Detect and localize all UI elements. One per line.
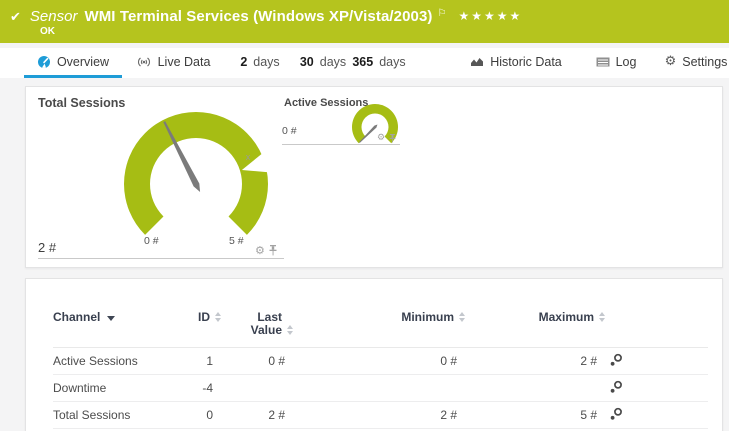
tab-30-days[interactable]: 30 days: [296, 48, 350, 75]
column-header-last-value[interactable]: Last Value: [221, 311, 293, 337]
page-title: WMI Terminal Services (Windows XP/Vista/…: [84, 8, 432, 25]
sort-desc-icon: [107, 316, 115, 321]
tab-label: Log: [616, 55, 637, 69]
channel-name: Total Sessions: [53, 408, 181, 422]
check-icon: ✔: [10, 9, 21, 25]
channel-name: Downtime: [53, 381, 181, 395]
sensor-kind-label: Sensor: [30, 8, 78, 25]
tab-365-days[interactable]: 365 days: [350, 48, 408, 75]
tab-log[interactable]: Log: [592, 48, 640, 75]
tab-live-data[interactable]: Live Data: [134, 48, 212, 75]
priority-stars[interactable]: ★★★★★: [459, 9, 523, 23]
channel-id: 0: [181, 408, 221, 422]
gear-icon: ⚙: [665, 55, 677, 68]
sort-icon: [599, 312, 605, 322]
column-label: Maximum: [539, 311, 594, 324]
tab-overview[interactable]: Overview: [24, 48, 122, 78]
gauge-scale-max: 5 #: [229, 235, 244, 247]
column-header-minimum[interactable]: Minimum: [293, 311, 465, 324]
column-label: Last Value: [240, 311, 282, 337]
gauge-scale-min: 0 #: [144, 235, 159, 247]
table-header-row: Channel ID Last Value Minimum Maximum: [53, 279, 708, 348]
gauges-panel: Total Sessions x 0 # 5 # 2 # ⚙ Active Se…: [25, 86, 723, 268]
column-header-id[interactable]: ID: [181, 311, 221, 324]
tab-label: Live Data: [158, 55, 211, 69]
channel-maximum: 5 #: [465, 408, 605, 422]
tab-unit: days: [320, 55, 346, 69]
pin-icon[interactable]: [269, 245, 277, 256]
tab-unit: days: [379, 55, 405, 69]
channel-minimum: 2 #: [293, 408, 465, 422]
channel-settings-icon[interactable]: [609, 380, 623, 394]
sensor-header: ✔ Sensor WMI Terminal Services (Windows …: [0, 0, 729, 43]
channel-maximum: 2 #: [465, 354, 605, 368]
total-sessions-current-value: 2 #: [38, 240, 56, 255]
tab-2-days[interactable]: 2 days: [236, 48, 284, 75]
tab-bar: Overview Live Data 2 days 30 days 365 da…: [0, 48, 729, 78]
column-label: ID: [198, 311, 210, 324]
channels-table: Channel ID Last Value Minimum Maximum: [53, 279, 708, 429]
table-row: Downtime -4: [53, 375, 708, 402]
table-row: Active Sessions 1 0 # 0 # 2 #: [53, 348, 708, 375]
active-sessions-gauge: [345, 97, 405, 157]
channel-minimum: 0 #: [293, 354, 465, 368]
tab-number: 30: [300, 55, 314, 69]
tab-historic-data[interactable]: Historic Data: [470, 48, 562, 75]
gauge-marker-x: x: [246, 152, 251, 162]
channel-settings-icon[interactable]: [609, 407, 623, 421]
tab-unit: days: [253, 55, 279, 69]
divider: [282, 144, 400, 145]
historic-data-icon: [470, 56, 484, 67]
channel-settings-icon[interactable]: [609, 353, 623, 367]
tab-label: Settings: [682, 55, 727, 69]
prtg-sensor-page: ✔ Sensor WMI Terminal Services (Windows …: [0, 0, 729, 431]
gauge-icon: [37, 55, 51, 69]
sort-icon: [287, 325, 293, 335]
gear-icon[interactable]: ⚙: [255, 245, 265, 256]
flag-icon[interactable]: ⚐: [438, 8, 447, 19]
divider: [38, 258, 284, 259]
active-sessions-current-value: 0 #: [282, 125, 297, 137]
tab-settings[interactable]: ⚙ Settings: [664, 48, 728, 75]
channel-name: Active Sessions: [53, 354, 181, 368]
tab-label: Overview: [57, 55, 109, 69]
pin-icon[interactable]: [389, 134, 396, 143]
column-header-channel[interactable]: Channel: [53, 311, 181, 324]
channel-id: -4: [181, 381, 221, 395]
channel-last-value: 2 #: [221, 408, 293, 422]
tab-number: 2: [240, 55, 247, 69]
log-icon: [596, 57, 610, 67]
status-badge: OK: [40, 26, 55, 37]
tab-label: Historic Data: [490, 55, 562, 69]
channel-id: 1: [181, 354, 221, 368]
channels-table-panel: Channel ID Last Value Minimum Maximum: [25, 278, 723, 431]
gear-icon[interactable]: ⚙: [377, 134, 385, 143]
column-header-maximum[interactable]: Maximum: [465, 311, 605, 324]
live-data-icon: [136, 56, 152, 68]
tab-number: 365: [352, 55, 373, 69]
table-row: Total Sessions 0 2 # 2 # 5 #: [53, 402, 708, 429]
channel-last-value: 0 #: [221, 354, 293, 368]
column-label: Channel: [53, 311, 100, 324]
column-label: Minimum: [401, 311, 454, 324]
